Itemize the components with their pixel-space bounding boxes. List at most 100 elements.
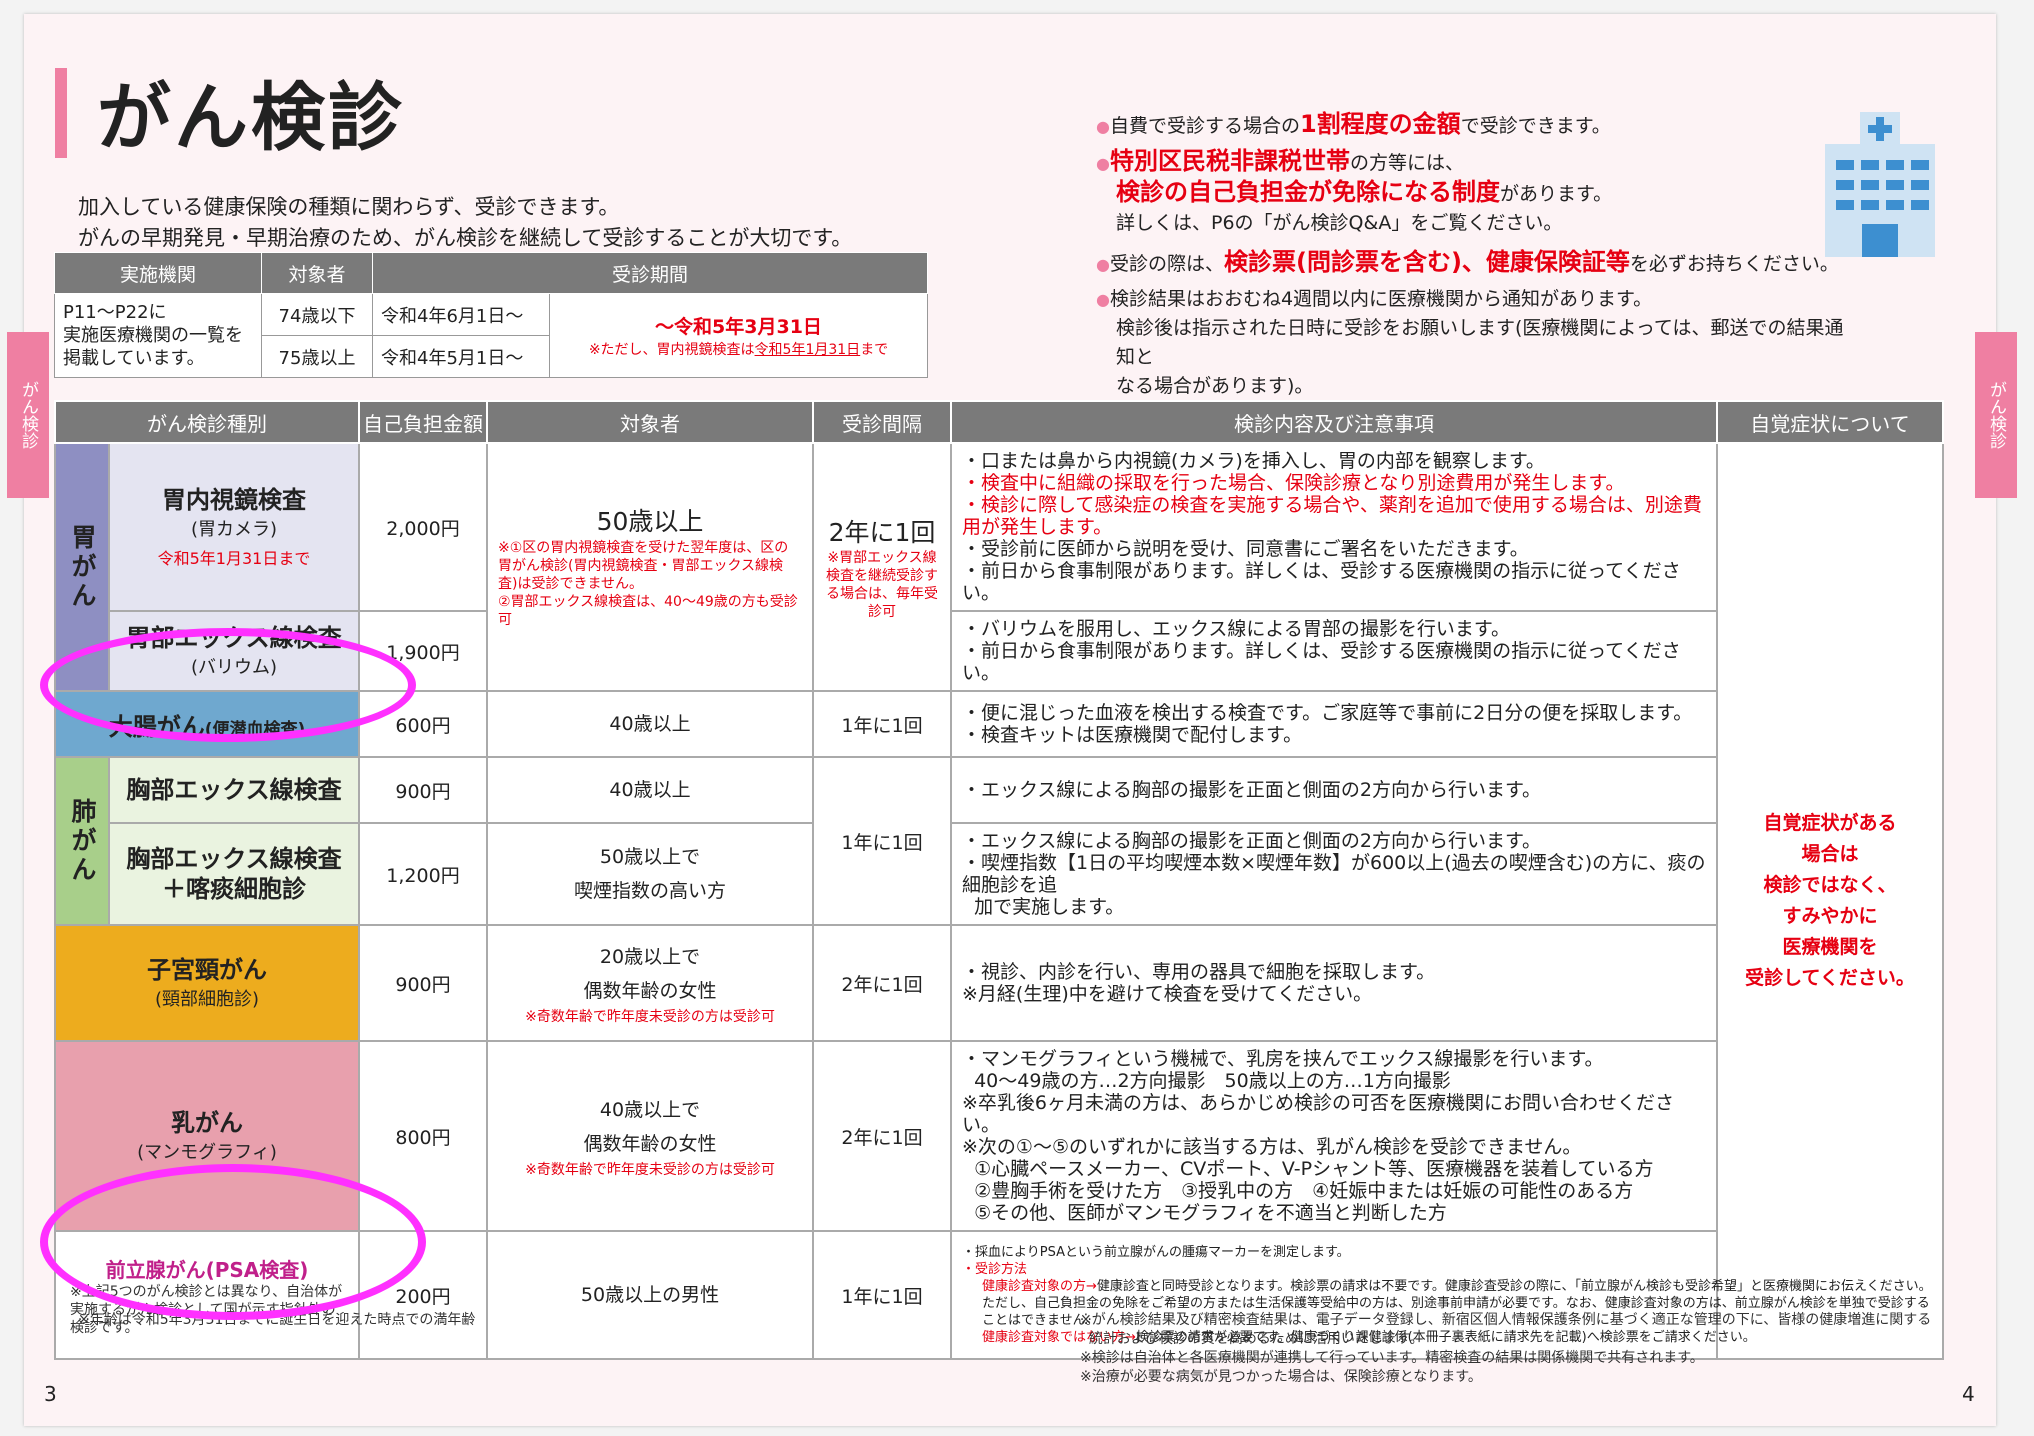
lung2-target-1: 50歳以上で: [599, 846, 701, 868]
header-interval: 受診間隔: [812, 400, 952, 444]
breast-details: ・マンモグラフィという機械で、乳房を挟んでエックス線撮影を行います。 40～49…: [950, 1040, 1718, 1232]
detail-line: ・エックス線による胸部の撮影を正面と側面の2方向から行います。: [962, 779, 1542, 801]
lung2-name-2: ＋喀痰細胞診: [162, 875, 306, 903]
detail-line: 加で実施します。: [962, 896, 1125, 918]
institution-line: P11～P22に: [63, 302, 167, 323]
lung-group: 肺がん: [54, 756, 110, 926]
footnote-line: ※がん検診結果及び精密検査結果は、電子データ登録し、新宿区個人情報保護条例に基づ…: [1080, 1312, 1932, 1328]
schedule-end-note: ※ただし、胃内視鏡検査は令和5年1月31日まで: [588, 342, 889, 358]
stomach-target-cell: 50歳以上 ※①区の胃内視鏡検査を受けた翌年度は、区の胃がん検診(胃内視鏡検査・…: [486, 442, 814, 692]
cervical-target-1: 20歳以上で: [599, 946, 701, 968]
symptoms-line: 自覚症状がある: [1763, 812, 1897, 834]
schedule-start-2: 令和4年5月1日～: [372, 335, 550, 378]
xray-details: ・バリウムを服用し、エックス線による胃部の撮影を行います。 ・前日から食事制限が…: [950, 610, 1718, 692]
bullet-dot-icon: ●: [1096, 290, 1110, 309]
header-price: 自己負担金額: [358, 400, 488, 444]
detail-line: ・検査中に組織の採取を行った場合、保険診療となり別途費用が発生します。: [962, 472, 1625, 494]
breast-target-1: 40歳以上で: [599, 1099, 701, 1121]
detail-line: ・喫煙指数【1日の平均喫煙本数×喫煙年数】が600以上(過去の喫煙含む)の方に、…: [962, 852, 1706, 896]
lung1-price: 900円: [358, 756, 488, 824]
bullet-2-line-2: 検診の自己負担金が免除になる制度があります。: [1116, 178, 1613, 206]
detail-line: ・視診、内診を行い、専用の器具で細胞を採取します。: [962, 961, 1436, 983]
page-number-left: 3: [44, 1382, 57, 1406]
breast-name: 乳がん: [171, 1109, 243, 1137]
detail-line: ・検査キットは医療機関で配付します。: [962, 724, 1303, 746]
detail-line: 40～49歳の方…2方向撮影 50歳以上の方…1方向撮影: [962, 1070, 1451, 1092]
cervical-details: ・視診、内診を行い、専用の器具で細胞を採取します。 ※月経(生理)中を避けて検査…: [950, 924, 1718, 1042]
colon-details: ・便に混じった血液を検出する検査です。ご家庭等で事前に2日分の便を採取します。 …: [950, 690, 1718, 758]
side-tab-left: がん検診: [7, 332, 49, 498]
stomach-interval: 2年に1回: [828, 518, 936, 547]
breast-target-note: ※奇数年齢で昨年度未受診の方は受診可: [525, 1162, 775, 1178]
lung2-details: ・エックス線による胸部の撮影を正面と側面の2方向から行います。 ・喫煙指数【1日…: [950, 822, 1718, 926]
symptoms-line: 医療機関を: [1782, 936, 1878, 958]
bullet-4: ●検診結果はおおむね4週間以内に医療機関から通知があります。: [1096, 288, 1653, 310]
cervical-name: 子宮頸がん: [147, 956, 267, 984]
lung1-details: ・エックス線による胸部の撮影を正面と側面の2方向から行います。: [950, 756, 1718, 824]
detail-line: ・バリウムを服用し、エックス線による胃部の撮影を行います。: [962, 618, 1510, 640]
highlight-ring-colon: [40, 628, 416, 742]
symptoms-line: 検診ではなく、: [1763, 874, 1897, 896]
intro-line-1: 加入している健康保険の種類に関わらず、受診できます。: [78, 195, 620, 219]
title-accent-bar: [55, 68, 67, 158]
lung1-name: 胸部エックス線検査: [126, 776, 342, 804]
schedule-header-institution: 実施機関: [54, 252, 262, 294]
cervical-interval: 2年に1回: [812, 924, 952, 1042]
lung2-price: 1,200円: [358, 822, 488, 926]
endoscopy-name: 胃内視鏡検査: [162, 486, 306, 514]
lung2-name-1: 胸部エックス線検査: [126, 845, 342, 873]
schedule-institution: P11～P22に 実施医療機関の一覧を 掲載しています。: [54, 293, 262, 378]
bullet-dot-icon: ●: [1096, 117, 1110, 136]
detail-line: ・便に混じった血液を検出する検査です。ご家庭等で事前に2日分の便を採取します。: [962, 702, 1693, 724]
detail-line: ⑤その他、医師がマンモグラフィを不適当と判断した方: [962, 1202, 1447, 1224]
page-number-right: 4: [1962, 1382, 1975, 1406]
lung2-target-2: 喫煙指数の高い方: [573, 880, 726, 902]
detail-line: ・前日から食事制限があります。詳しくは、受診する医療機関の指示に従ってください。: [962, 640, 1681, 684]
endoscopy-name-cell: 胃内視鏡検査 (胃カメラ) 令和5年1月31日まで: [108, 442, 360, 612]
schedule-target-75: 75歳以上: [261, 335, 373, 378]
detail-line: ※次の①～⑤のいずれかに該当する方は、乳がん検診を受診できません。: [962, 1136, 1582, 1158]
detail-line: ・受診前に医師から説明を受け、同意書にご署名をいただきます。: [962, 538, 1529, 560]
cervical-target: 20歳以上で 偶数年齢の女性 ※奇数年齢で昨年度未受診の方は受診可: [486, 924, 814, 1042]
stomach-interval-note: ※胃部エックス線検査を継続受診する場合は、毎年受診可: [826, 550, 938, 620]
header-target: 対象者: [486, 400, 814, 444]
detail-line: ①心臓ペースメーカー、CVポート、V-Pシャント等、医療機器を装着している方: [962, 1158, 1654, 1180]
endoscopy-sub: (胃カメラ): [190, 519, 278, 540]
header-symptoms: 自覚症状について: [1716, 400, 1944, 444]
breast-target: 40歳以上で 偶数年齢の女性 ※奇数年齢で昨年度未受診の方は受診可: [486, 1040, 814, 1232]
breast-interval: 2年に1回: [812, 1040, 952, 1232]
bullet-4-line-3: なる場合があります)。: [1116, 375, 1314, 397]
stomach-group-label: 胃がん: [68, 523, 97, 611]
stomach-interval-cell: 2年に1回 ※胃部エックス線検査を継続受診する場合は、毎年受診可: [812, 442, 952, 692]
lung2-target: 50歳以上で 喫煙指数の高い方: [486, 822, 814, 926]
bullet-1: ●自費で受診する場合の1割程度の金額で受診できます。: [1096, 110, 1611, 138]
intro-line-2: がんの早期発見・早期治療のため、がん検診を継続して受診することが大切です。: [78, 226, 853, 250]
cervical-sub: (頸部細胞診): [154, 989, 260, 1010]
schedule-target-74: 74歳以下: [261, 293, 373, 336]
footnotes-right: ※がん検診結果及び精密検査結果は、電子データ登録し、新宿区個人情報保護条例に基づ…: [1080, 1311, 1960, 1387]
cervical-price: 900円: [358, 924, 488, 1042]
schedule-end: ～令和5年3月31日 ※ただし、胃内視鏡検査は令和5年1月31日まで: [549, 293, 928, 378]
prostate-interval: 1年に1回: [812, 1230, 952, 1360]
endoscopy-deadline: 令和5年1月31日まで: [157, 549, 311, 568]
lung-interval: 1年に1回: [812, 756, 952, 926]
schedule-table: 実施機関 対象者 受診期間 P11～P22に 実施医療機関の一覧を 掲載していま…: [54, 252, 928, 378]
info-bullets: ●自費で受診する場合の1割程度の金額で受診できます。 ●特別区民税非課税世帯の方…: [1096, 110, 1856, 401]
detail-line: ※月経(生理)中を避けて検査を受けてください。: [962, 983, 1373, 1005]
institution-line: 実施医療機関の一覧を: [63, 325, 243, 346]
colon-target: 40歳以上: [486, 690, 814, 758]
breast-target-2: 偶数年齢の女性: [583, 1133, 717, 1155]
lung-group-label: 肺がん: [68, 797, 97, 885]
cervical-name-cell: 子宮頸がん (頸部細胞診): [54, 924, 360, 1042]
bullet-dot-icon: ●: [1096, 154, 1110, 173]
schedule-end-date: ～令和5年3月31日: [655, 316, 822, 338]
bullet-2-line-3: 詳しくは、P6の「がん検診Q&A」をご覧ください。: [1116, 212, 1563, 234]
cervical-target-note: ※奇数年齢で昨年度未受診の方は受診可: [525, 1009, 775, 1025]
footnote-line: ※治療が必要な病気が見つかった場合は、保険診療となります。: [1080, 1369, 1482, 1385]
lung2-name-cell: 胸部エックス線検査 ＋喀痰細胞診: [108, 822, 360, 926]
detail-line: ・マンモグラフィという機械で、乳房を挟んでエックス線撮影を行います。: [962, 1048, 1604, 1070]
stomach-target: 50歳以上: [596, 507, 704, 536]
highlight-ring-prostate: [40, 1164, 426, 1320]
stomach-target-note-2: ②胃部エックス線検査は、40～49歳の方も受診可: [498, 594, 798, 628]
prostate-target: 50歳以上の男性: [486, 1230, 814, 1360]
